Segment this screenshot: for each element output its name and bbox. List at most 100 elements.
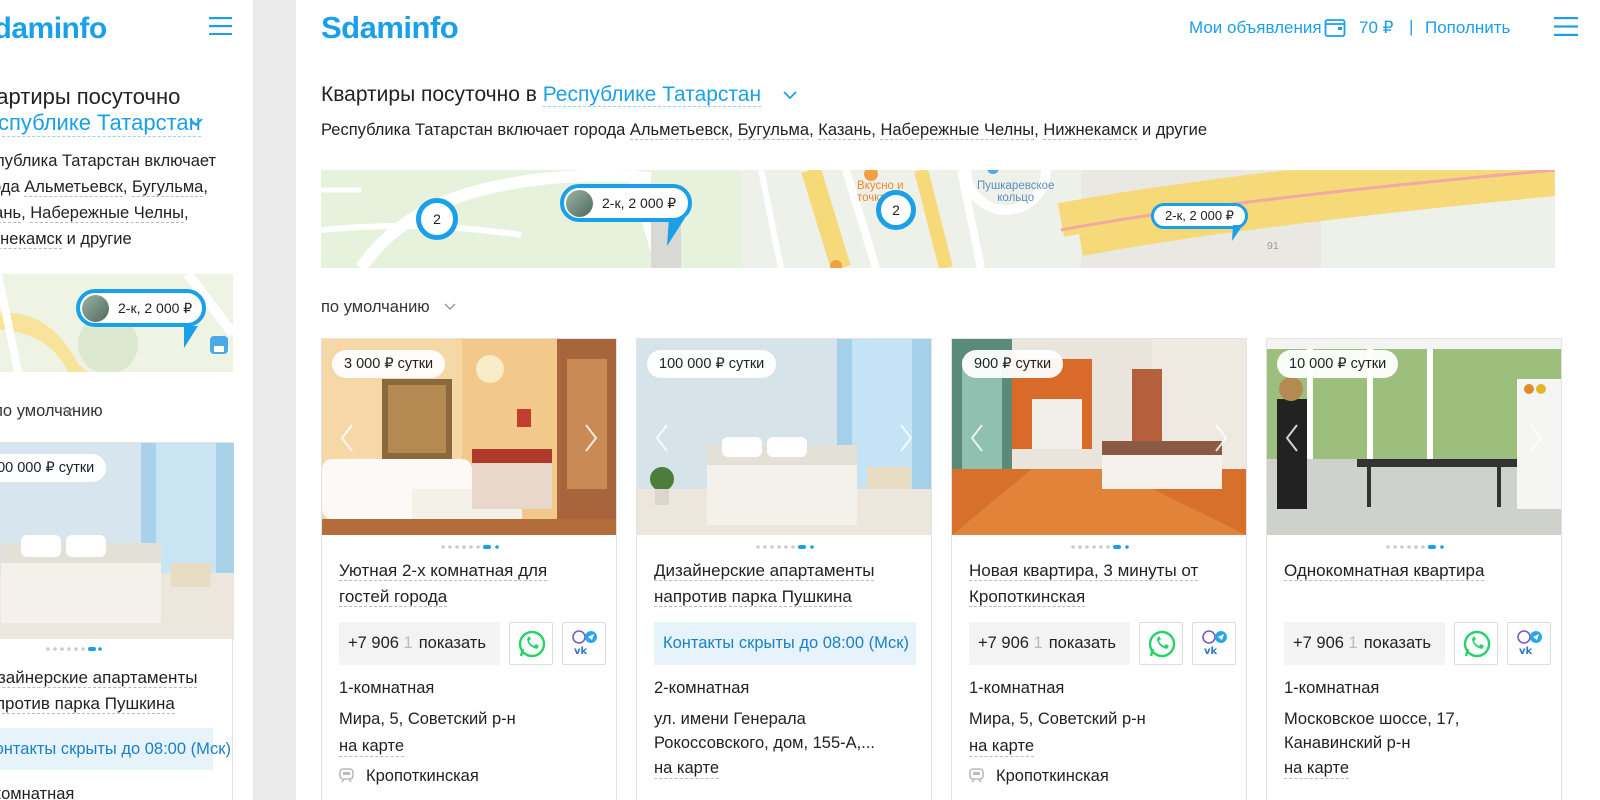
chevron-left-icon[interactable] <box>340 423 354 453</box>
metro-station: Кропоткинская <box>996 767 1109 785</box>
listing-card[interactable]: 10 000 ₽ сутки Однокомнатная квартира +7… <box>1266 338 1562 800</box>
show-on-map-link[interactable]: на карте <box>339 737 404 757</box>
mobile-sort-chevron-down-icon[interactable] <box>62 407 74 415</box>
mobile-region-selector[interactable]: Республике Татарстан <box>0 110 201 137</box>
region-chevron-down-icon[interactable] <box>783 91 797 100</box>
phone-number: +7 906 <box>1293 634 1344 652</box>
mobile-region-chevron-down-icon[interactable] <box>189 118 203 127</box>
listing-title-line[interactable]: Однокомнатная квартира <box>1284 561 1485 581</box>
show-phone-label[interactable]: показать <box>1049 634 1116 652</box>
whatsapp-icon <box>1463 630 1491 658</box>
balance-amount[interactable]: 70 ₽ <box>1359 18 1393 38</box>
map-cluster-marker[interactable]: 2 <box>876 190 916 230</box>
listing-title-line[interactable]: Уютная 2-х комнатная для <box>339 561 548 581</box>
mobile-hamburger-menu-icon[interactable] <box>209 17 232 35</box>
listing-title[interactable]: Уютная 2-х комнатная для гостей города <box>339 558 609 610</box>
map-listing-marker[interactable]: 2-к, 2 000 ₽ <box>560 184 692 222</box>
listing-photo[interactable]: 100 000 ₽ сутки <box>637 339 931 535</box>
mobile-desc-line2: города <box>0 178 20 196</box>
chevron-left-icon[interactable] <box>655 423 669 453</box>
mobile-photo-pagination[interactable] <box>45 646 105 652</box>
chevron-left-icon[interactable] <box>1285 423 1299 453</box>
whatsapp-button[interactable] <box>1139 622 1183 665</box>
listing-rooms: 2-комнатная <box>654 679 750 697</box>
region-description-suffix: и другие <box>1137 121 1208 139</box>
mobile-listing-title[interactable]: Дизайнерские апартаменты напротив парка … <box>0 665 227 717</box>
mobile-city-link[interactable]: Казань <box>0 204 22 223</box>
mobile-logo[interactable]: Sdaminfo <box>0 12 107 46</box>
map-marker-label: 2-к, 2 000 ₽ <box>602 195 677 211</box>
chevron-right-icon[interactable] <box>584 423 598 453</box>
city-link[interactable]: Казань <box>818 121 872 140</box>
listing-photo[interactable]: 10 000 ₽ сутки <box>1267 339 1561 535</box>
whatsapp-button[interactable] <box>1454 622 1498 665</box>
mobile-city-link[interactable]: Альметьевск <box>24 178 123 197</box>
show-phone-label[interactable]: показать <box>419 634 486 652</box>
city-link[interactable]: Набережные Челны <box>880 121 1035 140</box>
messengers-button[interactable]: vk <box>1192 622 1236 665</box>
listing-title-line[interactable]: Дизайнерские апартаменты <box>654 561 875 581</box>
show-on-map-link[interactable]: на карте <box>1284 759 1349 779</box>
city-link[interactable]: Альметьевск <box>629 121 729 140</box>
listing-title-line[interactable]: Новая квартира, 3 минуты от <box>969 561 1199 581</box>
mobile-listing-photo[interactable]: 100 000 ₽ сутки <box>0 443 234 639</box>
sort-chevron-down-icon[interactable] <box>444 303 456 311</box>
mobile-sort-select[interactable]: по умолчанию <box>0 402 103 421</box>
city-link[interactable]: Нижнекамск <box>1043 121 1138 140</box>
city-link[interactable]: Бугульма <box>737 121 810 140</box>
region-selector[interactable]: Республике Татарстан <box>542 83 762 107</box>
photo-pagination[interactable] <box>1070 544 1132 550</box>
messengers-button[interactable]: vk <box>562 622 606 665</box>
viber-telegram-vk-icons: vk <box>572 630 597 657</box>
mobile-city-link[interactable]: Набережные Челны <box>30 204 184 223</box>
my-ads-link[interactable]: Мои объявления <box>1189 18 1322 38</box>
topup-link[interactable]: Пополнить <box>1425 18 1510 38</box>
map-cluster-marker[interactable]: 2 <box>416 198 458 240</box>
sort-select[interactable]: по умолчанию <box>321 298 430 317</box>
mobile-city-link[interactable]: Нижнекамск <box>0 230 63 249</box>
show-on-map-link[interactable]: на карте <box>969 737 1034 757</box>
listing-title-line[interactable]: гостей города <box>339 587 448 607</box>
chevron-right-icon[interactable] <box>1529 423 1543 453</box>
show-phone-label[interactable]: показать <box>1364 634 1431 652</box>
phone-reveal-button[interactable]: +7 906 1 показать <box>969 622 1130 665</box>
listing-card[interactable]: 3 000 ₽ сутки Уютная 2-х комнатная для го… <box>321 338 617 800</box>
photo-pagination[interactable] <box>1385 544 1447 550</box>
wallet-icon[interactable] <box>1324 16 1346 38</box>
photo-pagination[interactable] <box>440 544 502 550</box>
listings-map[interactable]: Вкусно и точка Пушкаревское кольцо 91 2 2… <box>321 170 1555 268</box>
mobile-map-marker-pointer <box>184 326 198 348</box>
hamburger-menu-icon[interactable] <box>1554 17 1578 36</box>
whatsapp-button[interactable] <box>509 622 553 665</box>
listing-rooms: 1-комнатная <box>1284 679 1380 697</box>
chevron-right-icon[interactable] <box>899 423 913 453</box>
listing-title[interactable]: Новая квартира, 3 минуты от Кропоткинская <box>969 558 1239 610</box>
viber-telegram-vk-icons: vk <box>1517 630 1542 657</box>
map-marker-thumbnail <box>566 190 593 217</box>
listing-title[interactable]: Дизайнерские апартаменты напротив парка П… <box>654 558 924 610</box>
photo-pagination[interactable] <box>755 544 817 550</box>
chevron-left-icon[interactable] <box>970 423 984 453</box>
mobile-listing-card[interactable]: 100 000 ₽ сутки Дизайнерские апартаменты… <box>0 442 234 800</box>
metro-icon <box>969 768 984 783</box>
listing-card[interactable]: 100 000 ₽ сутки Дизайнерские апартаменты… <box>636 338 932 800</box>
listing-photo[interactable]: 3 000 ₽ сутки <box>322 339 616 535</box>
show-on-map-link[interactable]: на карте <box>654 759 719 779</box>
mobile-map-marker[interactable]: 2-к, 2 000 ₽ <box>76 289 206 327</box>
phone-number: +7 906 <box>978 634 1029 652</box>
site-logo[interactable]: Sdaminfo <box>321 10 459 46</box>
phone-reveal-button[interactable]: +7 906 1 показать <box>339 622 500 665</box>
listing-title[interactable]: Однокомнатная квартира <box>1284 558 1554 584</box>
mobile-map[interactable]: 2-к, 2 000 ₽ <box>0 274 233 372</box>
listing-photo[interactable]: 900 ₽ сутки <box>952 339 1246 535</box>
map-canvas <box>321 170 1555 268</box>
messengers-button[interactable]: vk <box>1507 622 1551 665</box>
mobile-city-link[interactable]: Бугульма <box>131 178 204 197</box>
phone-reveal-button[interactable]: +7 906 1 показать <box>1284 622 1445 665</box>
listing-title-line[interactable]: напротив парка Пушкина <box>654 587 852 607</box>
region-description-prefix: Республика Татарстан включает города <box>321 121 630 139</box>
listing-card[interactable]: 900 ₽ сутки Новая квартира, 3 минуты от К… <box>951 338 1247 800</box>
listing-title-line[interactable]: Кропоткинская <box>969 587 1086 607</box>
mobile-listing-title-text[interactable]: Дизайнерские апартаменты напротив парка … <box>0 668 198 714</box>
chevron-right-icon[interactable] <box>1214 423 1228 453</box>
